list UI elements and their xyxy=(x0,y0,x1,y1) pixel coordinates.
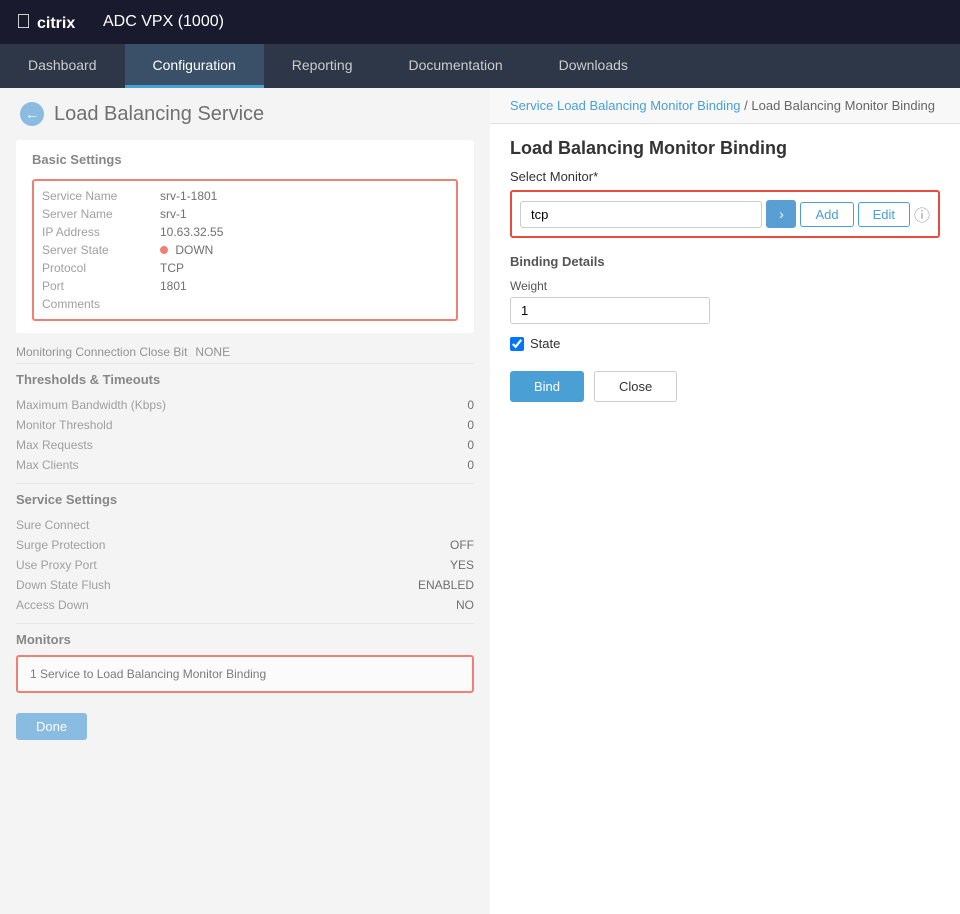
monitor-threshold-value: 0 xyxy=(467,418,474,432)
monitoring-value: NONE xyxy=(195,345,230,359)
page-header: ← Load Balancing Service xyxy=(0,88,490,140)
down-state-flush-value: ENABLED xyxy=(418,578,474,592)
service-info-box: Service Name srv-1-1801 Server Name srv-… xyxy=(32,179,458,321)
nav-bar: Dashboard Configuration Reporting Docume… xyxy=(0,44,960,88)
nav-configuration[interactable]: Configuration xyxy=(125,44,264,88)
edit-button[interactable]: Edit xyxy=(858,202,910,227)
monitors-title: Monitors xyxy=(16,632,474,647)
max-requests-label: Max Requests xyxy=(16,438,93,452)
svg-text:citrix: citrix xyxy=(37,15,75,32)
monitor-input-row: › Add Edit ⓘ xyxy=(520,200,930,228)
monitor-input[interactable] xyxy=(520,201,762,228)
select-monitor-label: Select Monitor* xyxy=(510,169,940,184)
breadcrumb-current: Load Balancing Monitor Binding xyxy=(751,98,935,113)
field-row: Surge Protection OFF xyxy=(16,535,474,555)
panel-title: Load Balancing Monitor Binding xyxy=(490,124,960,169)
form-section: Select Monitor* › Add Edit ⓘ Binding Det… xyxy=(490,169,960,351)
comments-label: Comments xyxy=(42,297,152,311)
use-proxy-port-value: YES xyxy=(450,558,474,572)
add-button[interactable]: Add xyxy=(800,202,853,227)
field-row: Access Down NO xyxy=(16,595,474,615)
basic-settings-title: Basic Settings xyxy=(32,152,458,167)
field-row: Use Proxy Port YES xyxy=(16,555,474,575)
use-proxy-port-label: Use Proxy Port xyxy=(16,558,97,572)
port-value: 1801 xyxy=(160,279,448,293)
close-button[interactable]: Close xyxy=(594,371,677,402)
service-settings-section: Service Settings Sure Connect Surge Prot… xyxy=(0,484,490,623)
service-name-label: Service Name xyxy=(42,189,152,203)
server-name-value: srv-1 xyxy=(160,207,448,221)
state-row: State xyxy=(510,336,940,351)
top-bar:  citrix ADC VPX (1000) xyxy=(0,0,960,44)
action-buttons: Bind Close xyxy=(490,371,960,402)
field-row: Monitor Threshold 0 xyxy=(16,415,474,435)
citrix-wordmark: citrix xyxy=(37,11,87,33)
field-row: Down State Flush ENABLED xyxy=(16,575,474,595)
access-down-label: Access Down xyxy=(16,598,89,612)
field-row: Max Clients 0 xyxy=(16,455,474,475)
page-title: Load Balancing Service xyxy=(54,103,264,126)
monitor-threshold-label: Monitor Threshold xyxy=(16,418,113,432)
bandwidth-value: 0 xyxy=(467,398,474,412)
service-name-value: srv-1-1801 xyxy=(160,189,448,203)
app-title: ADC VPX (1000) xyxy=(103,13,224,31)
arrow-button[interactable]: › xyxy=(766,200,796,228)
breadcrumb: Service Load Balancing Monitor Binding /… xyxy=(490,88,960,124)
surge-protection-value: OFF xyxy=(450,538,474,552)
monitors-section: Monitors 1 Service to Load Balancing Mon… xyxy=(0,624,490,701)
binding-details-title: Binding Details xyxy=(510,254,940,269)
monitoring-label: Monitoring Connection Close Bit xyxy=(16,345,187,359)
service-settings-title: Service Settings xyxy=(16,492,474,507)
ip-address-value: 10.63.32.55 xyxy=(160,225,448,239)
thresholds-section: Thresholds & Timeouts Maximum Bandwidth … xyxy=(0,364,490,483)
server-state-value: DOWN xyxy=(160,243,448,257)
protocol-value: TCP xyxy=(160,261,448,275)
right-panel: Service Load Balancing Monitor Binding /… xyxy=(490,88,960,914)
access-down-value: NO xyxy=(456,598,474,612)
max-clients-label: Max Clients xyxy=(16,458,79,472)
status-dot xyxy=(160,246,168,254)
info-icon[interactable]: ⓘ xyxy=(914,202,930,226)
monitoring-row: Monitoring Connection Close Bit NONE xyxy=(0,341,490,363)
citrix-logo:  citrix xyxy=(16,11,87,34)
select-monitor-box: › Add Edit ⓘ xyxy=(510,190,940,238)
server-state-label: Server State xyxy=(42,243,152,257)
protocol-label: Protocol xyxy=(42,261,152,275)
state-label: State xyxy=(530,336,560,351)
ip-address-label: IP Address xyxy=(42,225,152,239)
port-label: Port xyxy=(42,279,152,293)
max-clients-value: 0 xyxy=(467,458,474,472)
comments-value xyxy=(160,297,448,311)
field-row: Sure Connect xyxy=(16,515,474,535)
surge-protection-label: Surge Protection xyxy=(16,538,105,552)
nav-dashboard[interactable]: Dashboard xyxy=(0,44,125,88)
done-button[interactable]: Done xyxy=(16,713,87,740)
field-row: Maximum Bandwidth (Kbps) 0 xyxy=(16,395,474,415)
citrix-icon:  xyxy=(16,11,31,34)
sure-connect-label: Sure Connect xyxy=(16,518,89,532)
max-requests-value: 0 xyxy=(467,438,474,452)
nav-downloads[interactable]: Downloads xyxy=(531,44,656,88)
weight-input[interactable] xyxy=(510,297,710,324)
back-button[interactable]: ← xyxy=(20,102,44,126)
bind-button[interactable]: Bind xyxy=(510,371,584,402)
weight-label: Weight xyxy=(510,279,940,293)
bandwidth-label: Maximum Bandwidth (Kbps) xyxy=(16,398,166,412)
thresholds-title: Thresholds & Timeouts xyxy=(16,372,474,387)
server-name-label: Server Name xyxy=(42,207,152,221)
left-panel: ← Load Balancing Service Basic Settings … xyxy=(0,88,490,914)
service-info-grid: Service Name srv-1-1801 Server Name srv-… xyxy=(42,189,448,311)
breadcrumb-link[interactable]: Service Load Balancing Monitor Binding xyxy=(510,98,741,113)
state-checkbox[interactable] xyxy=(510,337,524,351)
nav-reporting[interactable]: Reporting xyxy=(264,44,381,88)
monitor-binding-box[interactable]: 1 Service to Load Balancing Monitor Bind… xyxy=(16,655,474,693)
down-state-flush-label: Down State Flush xyxy=(16,578,111,592)
nav-documentation[interactable]: Documentation xyxy=(380,44,530,88)
main-layout: ← Load Balancing Service Basic Settings … xyxy=(0,88,960,914)
field-row: Max Requests 0 xyxy=(16,435,474,455)
